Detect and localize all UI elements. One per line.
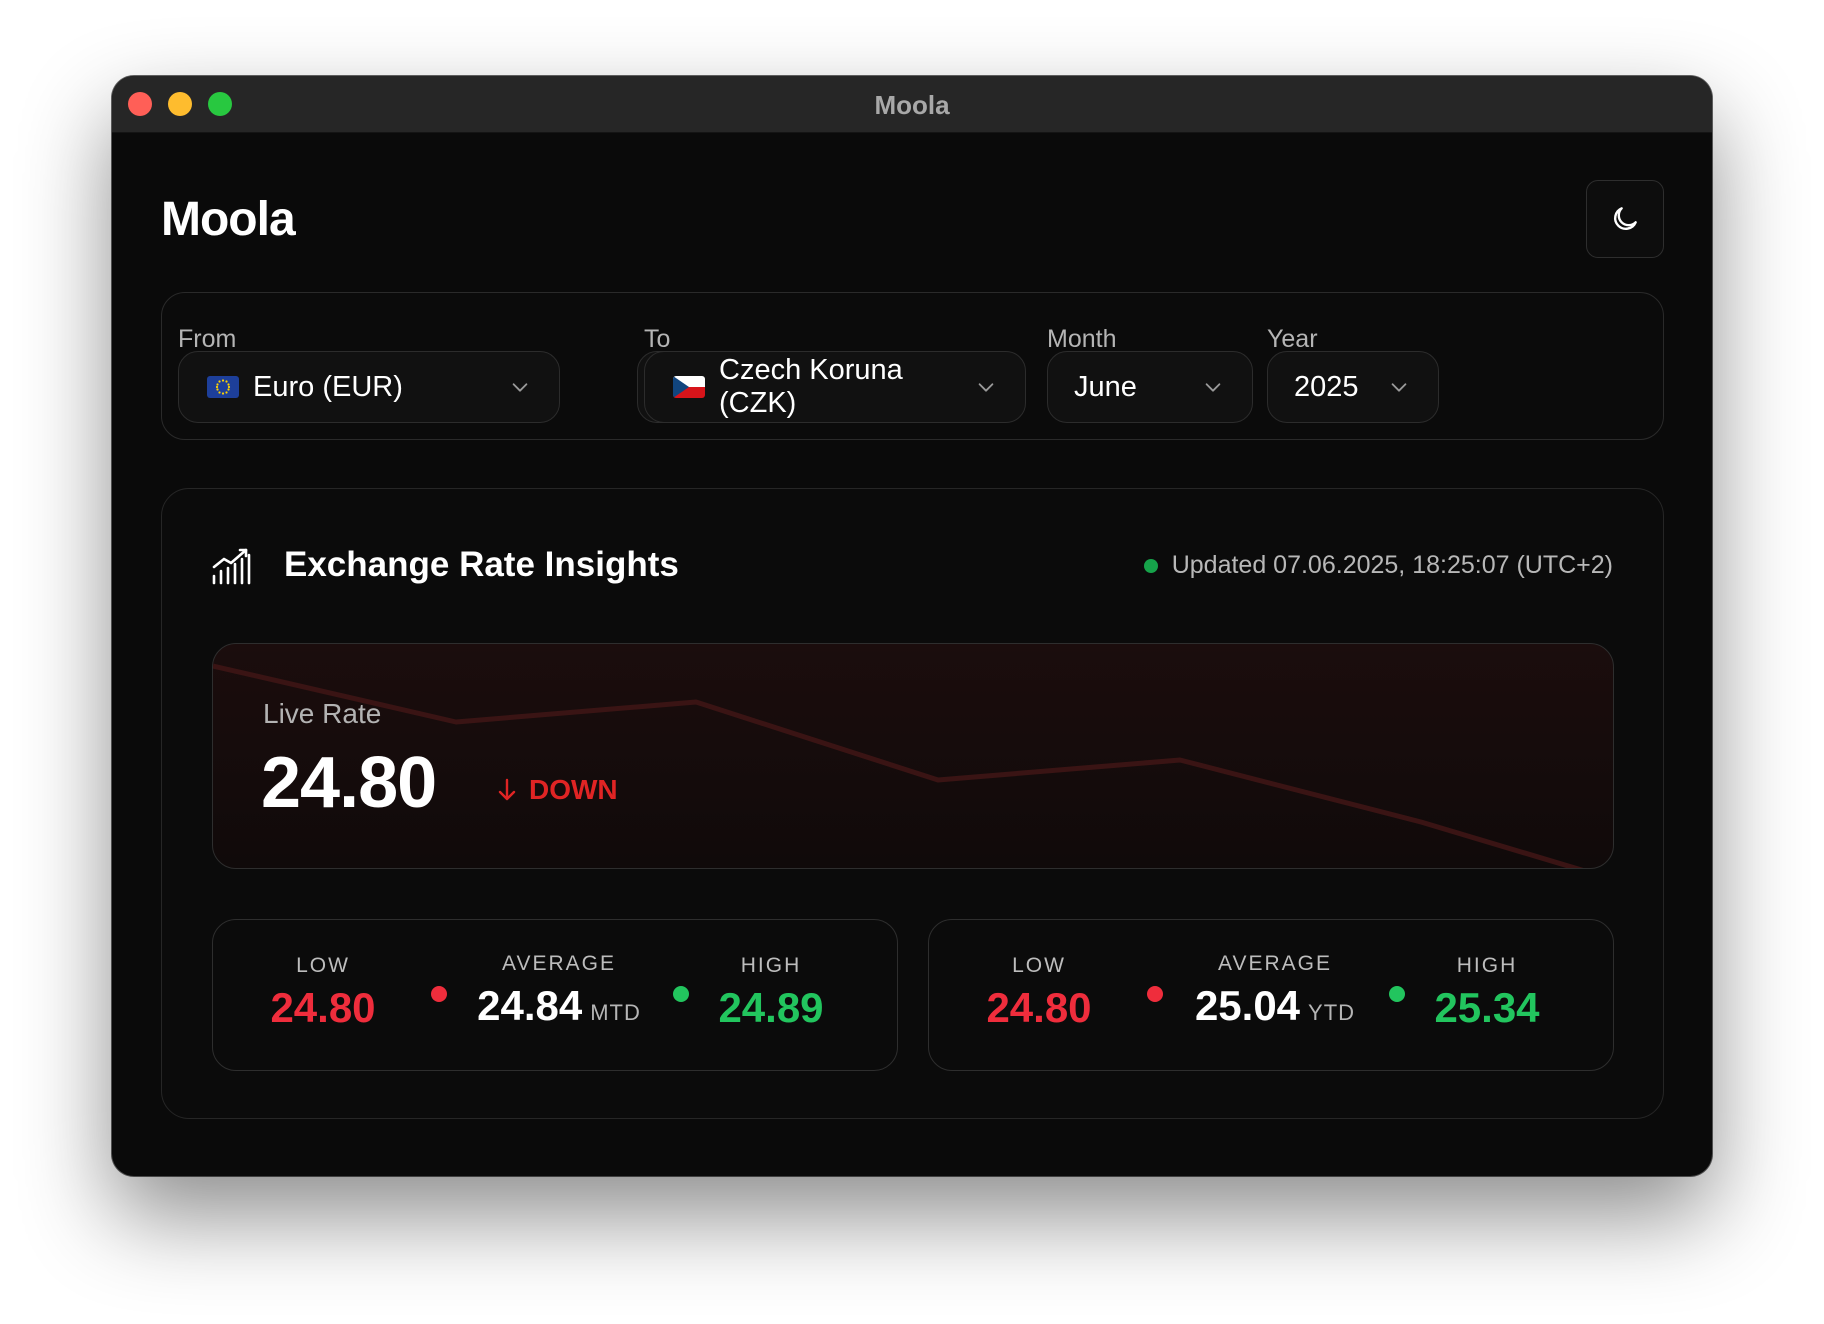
- live-rate-card: Live Rate 24.80 DOWN: [212, 643, 1614, 869]
- month-select[interactable]: June: [1047, 351, 1253, 423]
- chevron-down-icon: [978, 383, 994, 392]
- chart-bars-trend-icon: [212, 548, 251, 585]
- chevron-down-icon: [1391, 383, 1407, 392]
- mtd-low-label: LOW: [296, 954, 350, 977]
- to-label: To: [644, 325, 671, 353]
- mtd-high-label: HIGH: [740, 954, 802, 977]
- app-title: Moola: [161, 193, 296, 246]
- updated-status: Updated 07.06.2025, 18:25:07 (UTC+2): [1143, 551, 1613, 580]
- low-indicator-dot: [431, 986, 447, 1002]
- ytd-low: LOW 24.80: [979, 954, 1099, 1032]
- year-value: 2025: [1294, 370, 1359, 403]
- moon-icon: [1614, 207, 1637, 230]
- ytd-suffix: YTD: [1308, 1000, 1356, 1025]
- mtd-high: HIGH 24.89: [703, 954, 839, 1032]
- low-indicator-dot: [1147, 986, 1163, 1002]
- window-title: Moola: [874, 90, 950, 120]
- trend-label: DOWN: [529, 774, 618, 805]
- mtd-suffix: MTD: [590, 1000, 641, 1025]
- to-currency-value: Czech Koruna (CZK): [719, 354, 903, 419]
- from-currency-value: Euro (EUR): [253, 370, 403, 403]
- to-currency-select[interactable]: Czech Koruna (CZK): [644, 351, 1026, 423]
- app-window: Moola Moola From Euro (EUR) To Czech Kor…: [112, 76, 1712, 1176]
- ytd-average-value: 25.04: [1194, 982, 1301, 1029]
- ytd-high-label: HIGH: [1456, 954, 1518, 977]
- high-indicator-dot: [1389, 986, 1405, 1002]
- from-label: From: [178, 325, 237, 353]
- mtd-low-value: 24.80: [270, 984, 376, 1031]
- mtd-average-label: AVERAGE: [502, 952, 616, 975]
- theme-toggle-button[interactable]: [1586, 180, 1664, 258]
- title-bar: Moola: [112, 76, 1712, 133]
- insights-title: Exchange Rate Insights: [284, 545, 679, 584]
- ytd-average: AVERAGE 25.04 YTD: [1175, 952, 1375, 1030]
- year-select[interactable]: 2025: [1267, 351, 1439, 423]
- chevron-down-icon: [512, 383, 528, 392]
- ytd-stats-card: LOW 24.80 AVERAGE 25.04 YTD HIGH 25.34: [928, 919, 1614, 1071]
- insights-panel: Exchange Rate Insights Updated 07.06.202…: [161, 488, 1664, 1119]
- mtd-average-value: 24.84: [477, 982, 583, 1029]
- eu-flag-icon: [207, 376, 239, 398]
- high-indicator-dot: [673, 986, 689, 1002]
- ytd-low-value: 24.80: [986, 984, 1092, 1031]
- status-dot: [1143, 558, 1158, 573]
- ytd-low-label: LOW: [1012, 954, 1066, 977]
- live-rate-value: 24.80: [261, 743, 437, 823]
- currency-controls: From Euro (EUR) To Czech Koruna (CZK) Mo…: [161, 292, 1664, 440]
- arrow-down-icon: [498, 778, 516, 801]
- ytd-average-label: AVERAGE: [1218, 952, 1332, 975]
- from-currency-select[interactable]: Euro (EUR): [178, 351, 560, 423]
- mtd-low: LOW 24.80: [263, 954, 383, 1032]
- ytd-high: HIGH 25.34: [1419, 954, 1555, 1032]
- ytd-high-value: 25.34: [1434, 984, 1540, 1031]
- year-label: Year: [1267, 325, 1318, 353]
- mtd-stats-card: LOW 24.80 AVERAGE 24.84 MTD HIGH 24.89: [212, 919, 898, 1071]
- trend-indicator: DOWN: [495, 774, 618, 806]
- live-rate-label: Live Rate: [263, 698, 382, 729]
- mtd-average: AVERAGE 24.84 MTD: [459, 952, 659, 1030]
- updated-text: Updated 07.06.2025, 18:25:07 (UTC+2): [1171, 551, 1613, 579]
- mtd-high-value: 24.89: [718, 984, 824, 1031]
- month-label: Month: [1047, 325, 1117, 353]
- cz-flag-icon: [673, 376, 705, 398]
- chevron-down-icon: [1205, 383, 1221, 392]
- month-value: June: [1074, 370, 1137, 403]
